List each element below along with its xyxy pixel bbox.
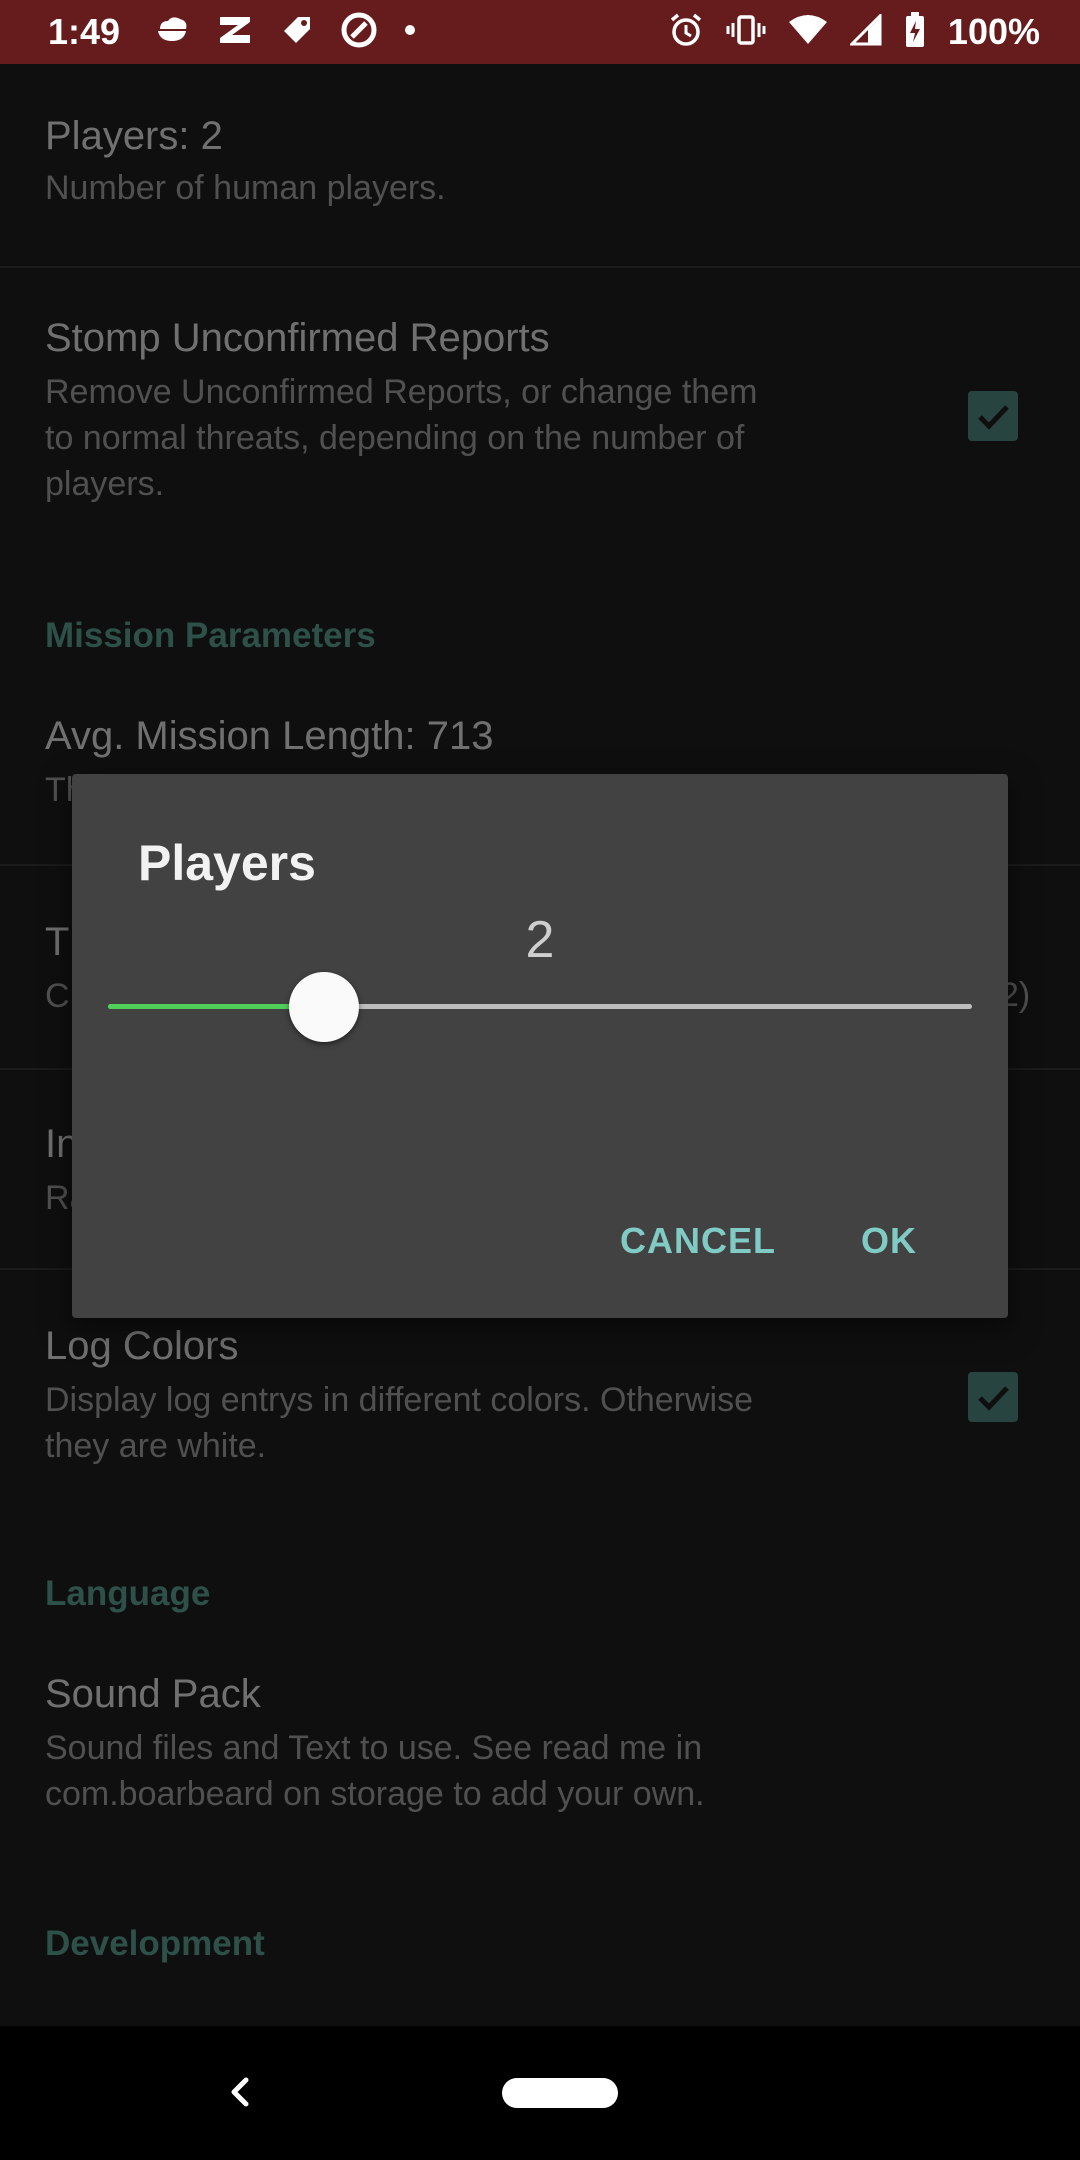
status-bar: 1:49 100% bbox=[0, 0, 1080, 64]
slider-thumb[interactable] bbox=[289, 972, 359, 1042]
battery-percent: 100% bbox=[947, 11, 1040, 52]
status-time: 1:49 bbox=[48, 11, 121, 52]
slider-value: 2 bbox=[525, 911, 555, 969]
circle-app-icon bbox=[340, 11, 378, 54]
system-icons: 100% bbox=[668, 11, 1040, 54]
signal-icon bbox=[848, 11, 882, 51]
notification-icons bbox=[154, 11, 416, 54]
battery-charging-icon bbox=[904, 11, 926, 54]
cloud-icon bbox=[154, 15, 190, 50]
players-dialog: Players 2 CANCEL OK bbox=[72, 774, 1008, 1318]
cancel-button[interactable]: CANCEL bbox=[620, 1220, 776, 1262]
home-pill-icon[interactable] bbox=[502, 2078, 618, 2108]
vibrate-icon bbox=[726, 13, 766, 52]
dot-icon bbox=[404, 23, 416, 41]
back-icon[interactable] bbox=[224, 2062, 254, 2127]
dialog-title: Players bbox=[138, 835, 316, 891]
ok-button[interactable]: OK bbox=[861, 1220, 917, 1262]
alarm-icon bbox=[668, 12, 704, 53]
navigation-bar bbox=[0, 2026, 1080, 2160]
notification-icon bbox=[216, 13, 254, 52]
tag-icon bbox=[280, 13, 314, 52]
wifi-icon bbox=[788, 14, 828, 51]
